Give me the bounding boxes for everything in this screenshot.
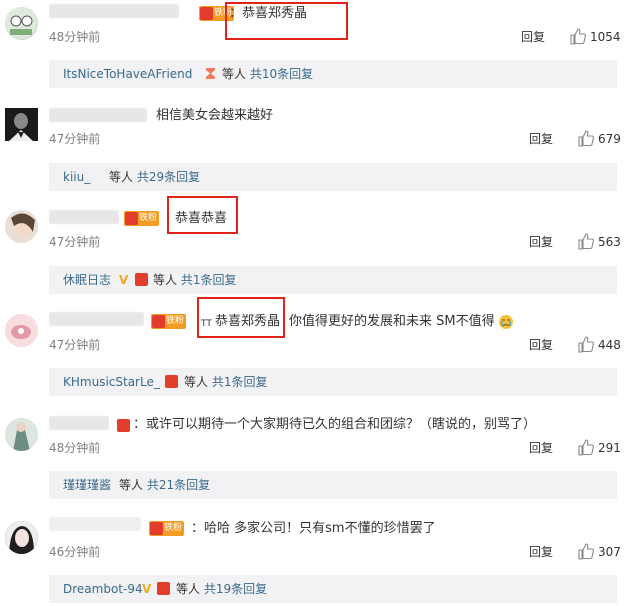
reply-summary[interactable]: 休眠日志 V 等人 共1条回复	[49, 266, 617, 294]
username[interactable]	[49, 416, 109, 430]
timestamp: 46分钟前	[49, 545, 101, 559]
reply-user-link[interactable]: 瑾瑾瑾酱	[63, 478, 111, 492]
avatar[interactable]	[5, 418, 38, 451]
username[interactable]	[49, 312, 144, 326]
avatar[interactable]	[5, 7, 38, 40]
comment-text: ：或许可以期待一个大家期待已久的组合和团综？（瞎说的，别骂了）	[133, 417, 537, 432]
hourglass-icon	[206, 68, 215, 79]
fan-badge-icon	[165, 375, 178, 388]
reply-button[interactable]: 回复	[529, 441, 553, 455]
reply-summary[interactable]: kiiu_ 等人 共29条回复	[49, 163, 617, 191]
fan-badge-icon	[135, 273, 148, 286]
thumbs-up-icon	[578, 543, 594, 560]
timestamp: 48分钟前	[49, 441, 101, 455]
thumbs-up-icon	[570, 28, 586, 45]
crying-emoji-icon	[499, 315, 513, 329]
highlight-box	[167, 196, 238, 234]
reply-user-link[interactable]: 休眠日志	[63, 273, 111, 287]
reply-button[interactable]: 回复	[529, 545, 553, 559]
timestamp: 47分钟前	[49, 132, 101, 146]
username[interactable]	[49, 210, 119, 224]
fan-badge: 铁粉	[151, 314, 187, 329]
timestamp: 47分钟前	[49, 235, 101, 249]
reply-user-link[interactable]: kiiu_	[63, 170, 90, 184]
reply-summary[interactable]: KHmusicStarLe_ 等人 共1条回复	[49, 368, 617, 396]
highlight-box	[197, 297, 285, 338]
username[interactable]	[49, 108, 147, 122]
avatar[interactable]	[5, 108, 38, 141]
fan-badge-icon	[117, 419, 130, 432]
username[interactable]	[49, 4, 179, 18]
comment-text-rest: 你值得更好的发展和未来 SM不值得	[289, 314, 495, 329]
comment-text: 相信美女会越来越好	[156, 108, 274, 123]
reply-button[interactable]: 回复	[529, 338, 553, 352]
comment-text: ：哈哈 多家公司！只有sm不懂的珍惜罢了	[191, 521, 436, 536]
thumbs-up-icon	[578, 233, 594, 250]
timestamp: 48分钟前	[49, 30, 101, 44]
fan-badge-icon	[157, 582, 170, 595]
reply-summary[interactable]: Dreambot-94 V 等人 共19条回复	[49, 575, 617, 603]
thumbs-up-icon	[578, 130, 594, 147]
reply-button[interactable]: 回复	[529, 132, 553, 146]
avatar[interactable]	[5, 314, 38, 347]
thumbs-up-icon	[578, 439, 594, 456]
fan-badge: 铁粉	[124, 211, 160, 226]
reply-button[interactable]: 回复	[529, 235, 553, 249]
thumbs-up-icon	[578, 336, 594, 353]
reply-summary[interactable]: ItsNiceToHaveAFriend 等人 共10条回复	[49, 60, 617, 88]
avatar[interactable]	[5, 521, 38, 554]
avatar[interactable]	[5, 210, 38, 243]
vip-badge: V	[119, 273, 129, 287]
reply-user-link[interactable]: Dreambot-94	[63, 582, 143, 596]
highlight-box	[225, 2, 348, 40]
username[interactable]	[49, 517, 141, 531]
reply-button[interactable]: 回复	[521, 30, 545, 44]
reply-user-link[interactable]: ItsNiceToHaveAFriend	[63, 67, 192, 81]
reply-user-link[interactable]: KHmusicStarLe_	[63, 375, 160, 389]
reply-summary[interactable]: 瑾瑾瑾酱 等人 共21条回复	[49, 471, 617, 499]
timestamp: 47分钟前	[49, 338, 101, 352]
fan-badge: 铁粉	[149, 521, 185, 536]
vip-badge: V	[142, 582, 152, 596]
